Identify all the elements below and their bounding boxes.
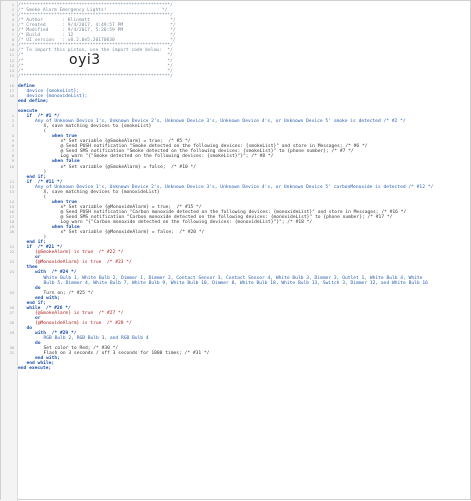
line-number: 13 xyxy=(9,189,14,194)
line-number: 23 xyxy=(9,260,14,265)
line-number: 22 xyxy=(9,250,14,255)
import-code: oyi3 xyxy=(69,52,101,68)
code-line[interactable]: end execute; xyxy=(18,366,466,371)
line-number: 15 xyxy=(9,73,14,78)
piston-code-editor: 1/**************************************… xyxy=(0,0,471,501)
line-number: 27 xyxy=(9,310,14,315)
line-number: 18 xyxy=(9,93,14,98)
line-number: 25 xyxy=(9,290,14,295)
line-number: 31 xyxy=(9,351,14,356)
line-number: 28 xyxy=(9,320,14,325)
line-number: 29 xyxy=(9,331,14,336)
line-number: 20 xyxy=(9,230,14,235)
line-number: 10 xyxy=(9,164,14,169)
line-number: 3 xyxy=(11,124,14,129)
code-text: end execute; xyxy=(18,366,52,372)
line-number: 24 xyxy=(9,270,14,275)
